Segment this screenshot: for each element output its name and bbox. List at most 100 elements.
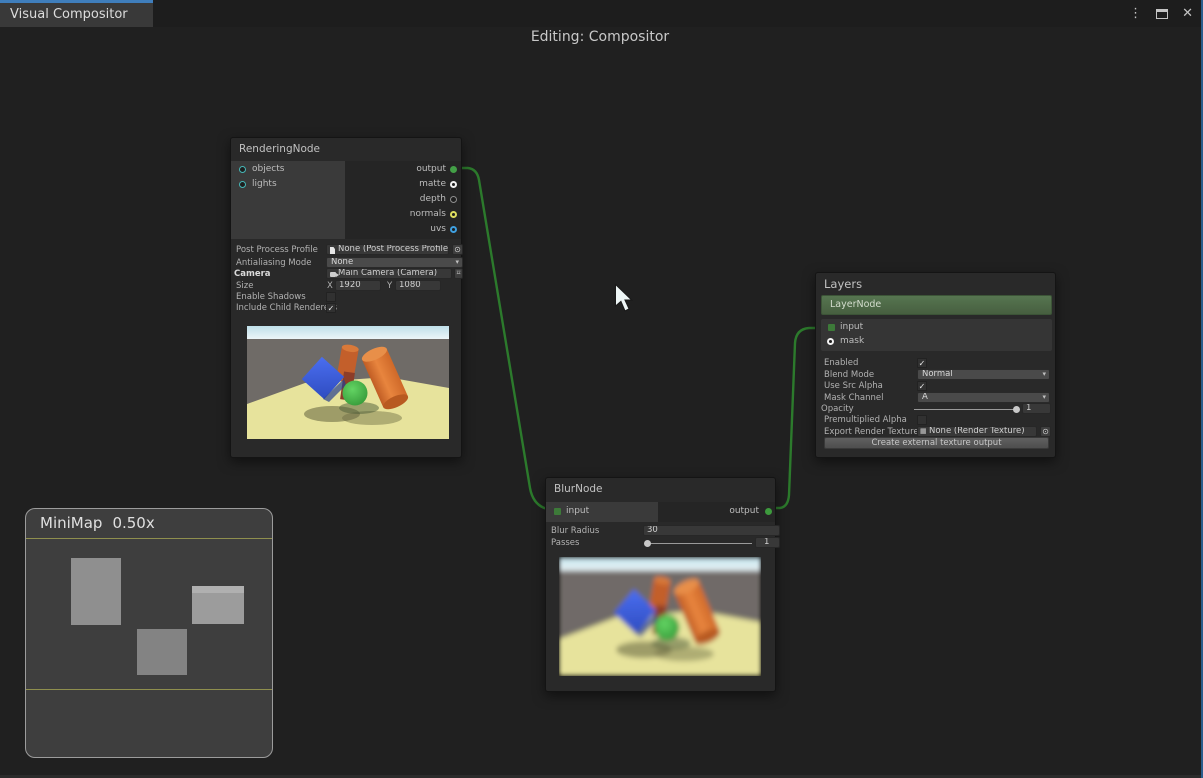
- blend-mode-value: Normal: [922, 369, 953, 379]
- opacity-value: 1: [1026, 403, 1032, 413]
- camera-value: Main Camera (Camera): [338, 268, 438, 278]
- include-child-label: Include Child Renderers: [236, 303, 338, 313]
- camera-object-field[interactable]: Main Camera (Camera): [326, 268, 452, 279]
- export-render-texture-field[interactable]: ▦ None (Render Texture): [917, 426, 1037, 437]
- port-matte-icon[interactable]: [450, 181, 457, 188]
- enable-shadows-checkbox[interactable]: [326, 292, 336, 302]
- enable-shadows-label: Enable Shadows: [236, 292, 306, 302]
- antialiasing-label: Antialiasing Mode: [236, 258, 312, 268]
- mouse-cursor: [614, 283, 634, 312]
- node-blur-header[interactable]: BlurNode: [546, 478, 775, 500]
- post-process-picker-button[interactable]: ⊙: [452, 244, 463, 255]
- include-child-checkbox[interactable]: ✓: [326, 303, 336, 313]
- node-layers-title: Layers: [824, 277, 863, 291]
- asset-icon: [330, 247, 335, 254]
- minimap-rect-blur-node: [137, 629, 187, 675]
- post-process-value: None (Post Process Profile): [338, 244, 449, 254]
- port-matte-label: matte: [419, 179, 446, 189]
- port-normals-label: normals: [409, 209, 446, 219]
- opacity-field[interactable]: 1: [1022, 403, 1051, 414]
- port-input-icon[interactable]: [828, 324, 835, 331]
- create-external-texture-button[interactable]: Create external texture output: [824, 437, 1049, 449]
- port-lights-label: lights: [252, 179, 277, 189]
- port-lights-icon[interactable]: [239, 181, 246, 188]
- maximize-icon[interactable]: [1156, 8, 1169, 19]
- mask-channel-value: A: [922, 392, 928, 402]
- close-icon[interactable]: ✕: [1182, 7, 1193, 20]
- passes-field[interactable]: 1: [755, 537, 780, 548]
- post-process-object-field[interactable]: None (Post Process Profile): [326, 244, 449, 255]
- opacity-slider-handle[interactable]: [1013, 406, 1020, 413]
- node-blur[interactable]: BlurNode input output Blur Radius 30 Pas…: [545, 477, 780, 692]
- blur-radius-field[interactable]: 30: [643, 525, 780, 536]
- layer-item-layernode[interactable]: LayerNode: [821, 295, 1052, 315]
- window-menu-icon[interactable]: ⋮: [1129, 7, 1142, 20]
- port-mask-icon[interactable]: [827, 338, 834, 345]
- mask-channel-label: Mask Channel: [824, 393, 884, 403]
- port-output-icon[interactable]: [450, 166, 457, 173]
- passes-value: 1: [764, 537, 770, 547]
- port-depth-label: depth: [419, 194, 446, 204]
- create-external-texture-label: Create external texture output: [871, 438, 1002, 448]
- minimap-viewport-bottom-line: [26, 689, 272, 690]
- edge-rendering-output-to-blur-input[interactable]: [456, 166, 553, 511]
- enabled-label: Enabled: [824, 358, 859, 368]
- port-output-label: output: [416, 164, 446, 174]
- opacity-slider-track[interactable]: [914, 409, 1017, 410]
- mask-channel-dropdown[interactable]: A ▾: [917, 392, 1050, 403]
- port-mask-label: mask: [840, 336, 865, 346]
- rendering-ports: objects lights output matte depth normal…: [231, 161, 461, 239]
- chevron-down-icon: ▾: [1042, 393, 1046, 401]
- visual-compositor-window: Visual Compositor ⋮ ✕ Editing: Composito…: [0, 0, 1203, 778]
- node-rendering-title: RenderingNode: [239, 143, 321, 155]
- premultiplied-label: Premultiplied Alpha: [824, 415, 907, 425]
- port-normals-icon[interactable]: [450, 211, 457, 218]
- camera-label: Camera: [234, 269, 271, 279]
- node-layers-header[interactable]: Layers: [816, 273, 1055, 295]
- node-graph-canvas[interactable]: Editing: Compositor RenderingNode object…: [0, 27, 1203, 778]
- port-blur-input-label: input: [566, 506, 590, 516]
- editing-label: Editing: Compositor: [530, 29, 670, 45]
- antialiasing-dropdown[interactable]: None ▾: [326, 257, 463, 268]
- export-render-texture-value: None (Render Texture): [929, 426, 1025, 436]
- port-depth-icon[interactable]: [450, 196, 457, 203]
- port-blur-input-icon[interactable]: [554, 508, 561, 515]
- port-blur-output-label: output: [729, 506, 759, 516]
- camera-picker-button[interactable]: ⌑: [454, 268, 463, 279]
- port-blur-output-icon[interactable]: [765, 508, 772, 515]
- minimap-panel[interactable]: MiniMap 0.50x: [25, 508, 273, 758]
- blend-mode-dropdown[interactable]: Normal ▾: [917, 369, 1050, 380]
- size-y-field[interactable]: 1080: [395, 280, 441, 291]
- layers-ports: input mask: [821, 319, 1052, 351]
- tab-visual-compositor[interactable]: Visual Compositor: [0, 0, 153, 27]
- blend-mode-label: Blend Mode: [824, 370, 875, 380]
- premultiplied-checkbox[interactable]: [917, 415, 927, 425]
- layer-item-label: LayerNode: [830, 299, 882, 310]
- texture-icon: ▦: [920, 427, 927, 435]
- size-x-field[interactable]: 1920: [335, 280, 381, 291]
- size-label: Size: [236, 281, 254, 291]
- port-input-label: input: [840, 322, 864, 332]
- node-rendering[interactable]: RenderingNode objects lights output matt…: [230, 137, 463, 458]
- passes-slider-track[interactable]: [646, 543, 752, 544]
- size-x-label: X: [327, 281, 333, 291]
- minimap-title: MiniMap 0.50x: [40, 514, 155, 532]
- blur-ports: input output: [546, 502, 775, 522]
- opacity-label: Opacity: [821, 404, 854, 414]
- node-rendering-header[interactable]: RenderingNode: [231, 138, 461, 160]
- port-uvs-icon[interactable]: [450, 226, 457, 233]
- node-blur-title: BlurNode: [554, 483, 603, 495]
- use-src-alpha-checkbox[interactable]: ✓: [917, 381, 927, 391]
- node-layers[interactable]: Layers LayerNode input mask Enabled ✓ Bl…: [815, 272, 1056, 458]
- port-objects-icon[interactable]: [239, 166, 246, 173]
- minimap-zoom-level: 0.50x: [112, 514, 155, 532]
- use-src-alpha-label: Use Src Alpha: [824, 381, 883, 391]
- export-texture-picker-button[interactable]: ⊙: [1040, 426, 1051, 437]
- camera-icon: [330, 272, 339, 277]
- minimap-rect-rendering-node: [71, 558, 121, 625]
- blur-preview-image: [559, 557, 761, 676]
- passes-slider-handle[interactable]: [644, 540, 651, 547]
- blur-radius-value: 30: [647, 525, 658, 535]
- port-objects-label: objects: [252, 164, 285, 174]
- enabled-checkbox[interactable]: ✓: [917, 358, 927, 368]
